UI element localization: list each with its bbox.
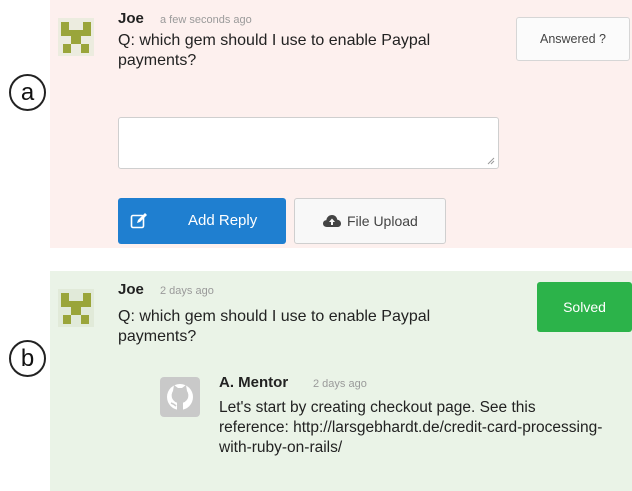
file-upload-button[interactable]: File Upload <box>294 198 446 244</box>
edit-icon <box>130 213 147 229</box>
reply-input[interactable] <box>118 117 499 169</box>
reply-timestamp: 2 days ago <box>313 378 367 390</box>
question-text: Q: which gem should I use to enable Payp… <box>118 308 431 345</box>
reply-text: Let's start by creating checkout page. S… <box>219 399 603 456</box>
callout-label-a: a <box>9 74 46 111</box>
file-upload-label: File Upload <box>347 213 418 229</box>
resize-grip-icon[interactable] <box>487 157 495 165</box>
github-octocat-icon <box>160 377 200 417</box>
question-timestamp: a few seconds ago <box>160 14 252 26</box>
answered-button[interactable]: Answered ? <box>516 17 630 61</box>
question-timestamp: 2 days ago <box>160 285 214 297</box>
user-avatar <box>58 289 94 327</box>
question-author: Joe <box>118 10 144 27</box>
callout-label-b: b <box>9 340 46 377</box>
cloud-upload-icon <box>323 215 341 227</box>
user-avatar <box>58 18 94 56</box>
add-reply-label: Add Reply <box>188 212 258 229</box>
question-text: Q: which gem should I use to enable Payp… <box>118 32 431 69</box>
add-reply-button[interactable]: Add Reply <box>118 198 286 244</box>
reply-author: A. Mentor <box>219 374 289 391</box>
solved-button[interactable]: Solved <box>537 282 632 332</box>
question-author: Joe <box>118 281 144 298</box>
